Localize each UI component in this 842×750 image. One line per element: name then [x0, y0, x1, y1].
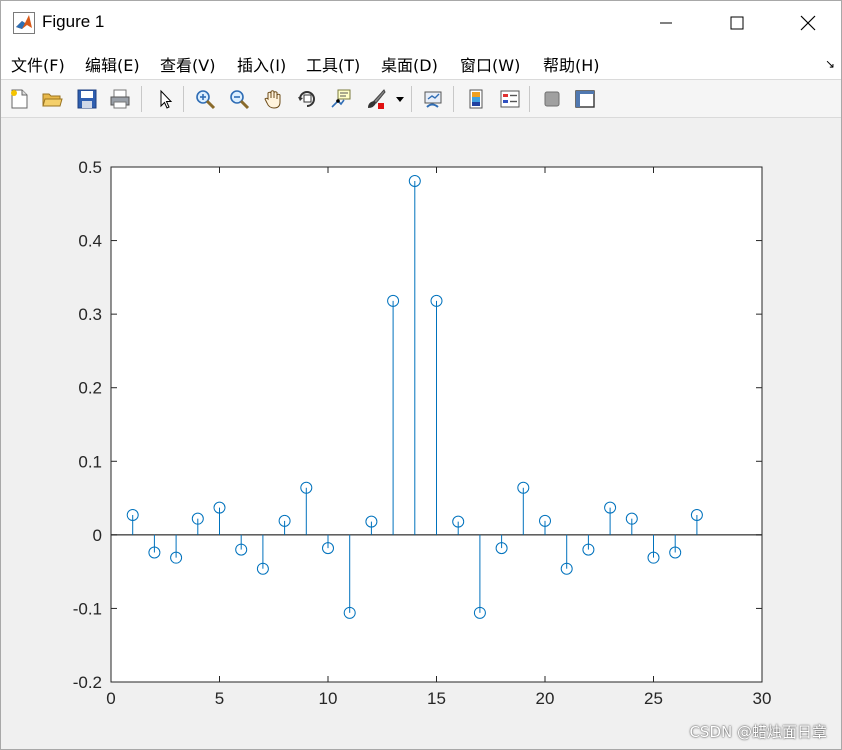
- print-button[interactable]: [107, 86, 133, 112]
- y-tick-label: 0.3: [78, 305, 102, 324]
- rotate-3d-icon: [298, 91, 315, 107]
- window-title: Figure 1: [42, 12, 105, 31]
- y-tick-label: -0.2: [73, 673, 102, 692]
- brush-icon: [368, 89, 386, 109]
- toolbar-separator: [529, 86, 530, 112]
- zoom-in-icon: [196, 90, 216, 110]
- y-tick-label: 0.5: [78, 158, 102, 177]
- x-tick-label: 20: [536, 689, 555, 708]
- menu-view[interactable]: 查看(V): [160, 52, 215, 76]
- edit-plot-arrow-icon: [160, 89, 173, 109]
- hide-plot-tools-icon: [544, 91, 560, 107]
- menu-desktop[interactable]: 桌面(D): [381, 52, 438, 76]
- menu-bar: 文件(F) 编辑(E) 查看(V) 插入(I) 工具(T) 桌面(D) 窗口(W…: [1, 45, 841, 79]
- zoom-out-button[interactable]: [226, 86, 252, 112]
- insert-colorbar-button[interactable]: [463, 86, 489, 112]
- y-tick-label: 0: [93, 526, 102, 545]
- x-tick-label: 5: [215, 689, 224, 708]
- maximize-button[interactable]: [714, 1, 760, 45]
- data-cursor-button[interactable]: [328, 86, 354, 112]
- x-tick-label: 15: [427, 689, 446, 708]
- open-file-icon: [42, 93, 63, 107]
- menu-edit[interactable]: 编辑(E): [85, 52, 140, 76]
- print-icon: [110, 89, 130, 109]
- insert-colorbar-icon: [469, 89, 483, 109]
- pan-hand-icon: [264, 90, 281, 109]
- menu-window[interactable]: 窗口(W): [460, 52, 520, 76]
- x-tick-label: 0: [106, 689, 115, 708]
- y-tick-label: 0.2: [78, 379, 102, 398]
- show-plot-tools-icon: [575, 90, 595, 108]
- y-tick-label: 0.1: [78, 452, 102, 471]
- x-tick-label: 25: [644, 689, 663, 708]
- figure-window: Figure 1 文件(F) 编辑(E) 查看(V) 插入(I) 工具(T) 桌…: [0, 0, 842, 750]
- y-tick-label: 0.4: [78, 232, 102, 251]
- toolbar: [1, 79, 841, 118]
- new-figure-button[interactable]: [6, 86, 32, 112]
- menu-insert[interactable]: 插入(I): [237, 52, 286, 76]
- brush-dropdown-button[interactable]: [393, 86, 407, 112]
- close-icon: [800, 15, 816, 31]
- stem-plot[interactable]: 0 5 10 15 20 25 30 -0.2 -0.1 0 0.1 0.2 0.3 0.4 0.5: [1, 119, 841, 749]
- save-icon: [77, 89, 97, 109]
- watermark: CSDN @蜡烛面日章: [689, 723, 827, 741]
- minimize-button[interactable]: [643, 1, 689, 45]
- rotate-3d-button[interactable]: [294, 86, 320, 112]
- toolbar-separator: [453, 86, 454, 112]
- x-tick-label: 10: [319, 689, 338, 708]
- minimize-icon: [660, 22, 672, 24]
- edit-plot-button[interactable]: [152, 86, 178, 112]
- new-figure-icon: [11, 89, 28, 109]
- toolbar-separator: [141, 86, 142, 112]
- menu-file[interactable]: 文件(F): [11, 52, 65, 76]
- insert-legend-icon: [500, 90, 520, 108]
- x-tick-label: 30: [753, 689, 772, 708]
- hide-plot-tools-button[interactable]: [539, 86, 565, 112]
- dock-arrow-icon[interactable]: ↘: [825, 57, 835, 71]
- toolbar-separator: [183, 86, 184, 112]
- brush-dropdown-icon: [396, 97, 404, 102]
- matlab-icon: [13, 12, 35, 34]
- menu-tools[interactable]: 工具(T): [306, 52, 360, 76]
- save-button[interactable]: [74, 86, 100, 112]
- insert-legend-button[interactable]: [497, 86, 523, 112]
- link-plot-button[interactable]: [420, 86, 446, 112]
- pan-button[interactable]: [260, 86, 286, 112]
- zoom-out-icon: [230, 90, 250, 110]
- show-plot-tools-button[interactable]: [572, 86, 598, 112]
- zoom-in-button[interactable]: [192, 86, 218, 112]
- link-plot-icon: [424, 91, 442, 108]
- y-tick-label: -0.1: [73, 599, 102, 618]
- maximize-icon: [730, 16, 744, 30]
- toolbar-separator: [411, 86, 412, 112]
- data-cursor-icon: [331, 89, 351, 108]
- menu-help[interactable]: 帮助(H): [543, 52, 600, 76]
- title-bar[interactable]: Figure 1: [1, 1, 841, 45]
- open-file-button[interactable]: [39, 86, 65, 112]
- brush-button[interactable]: [363, 86, 389, 112]
- close-button[interactable]: [785, 1, 831, 45]
- figure-canvas[interactable]: 0 5 10 15 20 25 30 -0.2 -0.1 0 0.1 0.2 0.3 0.4 0.5: [1, 119, 841, 749]
